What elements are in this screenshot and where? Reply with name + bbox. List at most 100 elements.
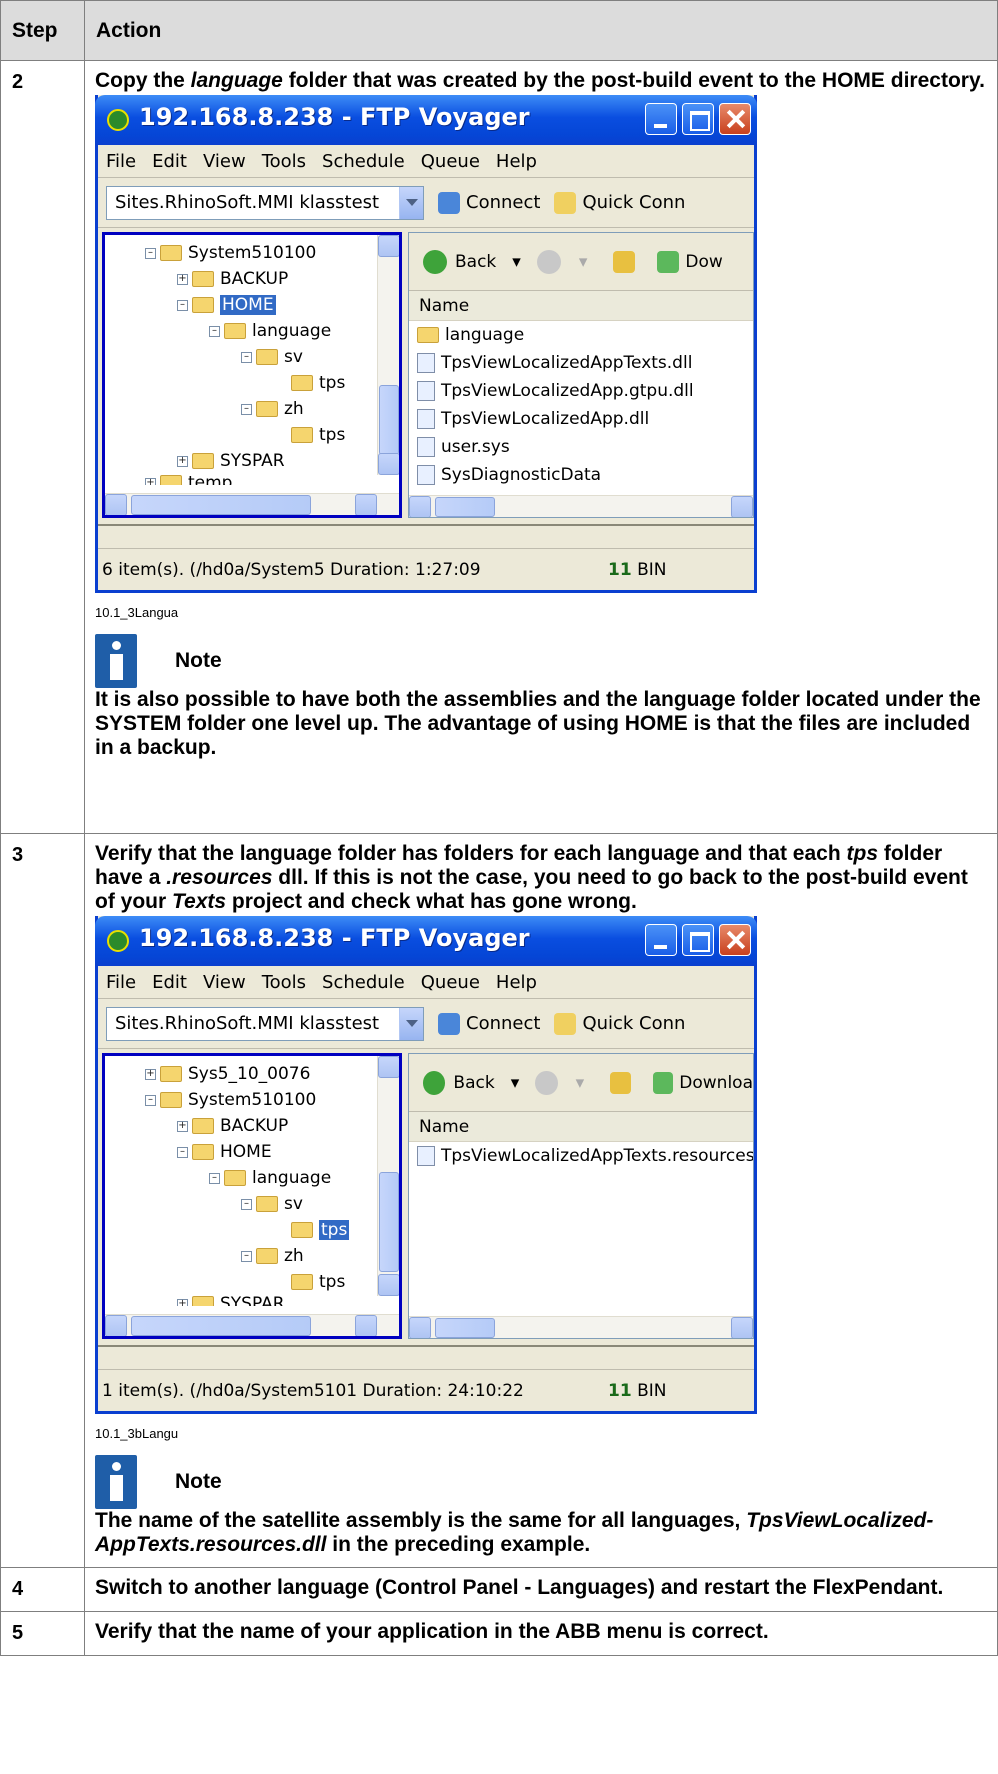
menu-help[interactable]: Help <box>496 972 537 993</box>
folder-tree[interactable]: + Sys5_10_0076 – System510100 + BACKUP – HOM… <box>102 1053 402 1339</box>
connect-button[interactable]: Connect <box>438 191 540 214</box>
quick-connect-button[interactable]: Quick Conn <box>554 191 685 214</box>
scroll-left-button[interactable] <box>409 496 431 517</box>
download-button[interactable]: Dow <box>685 252 722 272</box>
tree-item[interactable]: tps <box>291 1218 351 1242</box>
tree-vertical-scrollbar[interactable] <box>377 1056 399 1296</box>
scroll-thumb[interactable] <box>131 1316 311 1336</box>
scroll-up-button[interactable] <box>378 1056 399 1078</box>
chevron-down-icon[interactable]: ▾ <box>511 1073 520 1093</box>
scroll-right-button[interactable] <box>355 1315 377 1336</box>
splitter[interactable] <box>98 1345 754 1369</box>
tree-item[interactable]: + SYSPAR <box>177 449 285 473</box>
menu-file[interactable]: File <box>106 151 136 172</box>
up-folder-icon[interactable] <box>610 1071 631 1094</box>
scroll-down-button[interactable] <box>378 453 399 475</box>
chevron-down-icon[interactable] <box>399 1007 423 1040</box>
step-number: 3 <box>0 833 85 1568</box>
menu-queue[interactable]: Queue <box>421 972 480 993</box>
name-column-header[interactable]: Name <box>409 291 753 321</box>
menu-tools[interactable]: Tools <box>262 972 306 993</box>
tree-item[interactable]: – sv <box>241 345 303 369</box>
scroll-left-button[interactable] <box>105 494 127 515</box>
menu-help[interactable]: Help <box>496 151 537 172</box>
site-combo[interactable]: Sites.RhinoSoft.MMI klasstest <box>106 185 424 220</box>
scroll-thumb[interactable] <box>435 1318 495 1338</box>
close-button[interactable] <box>719 924 751 956</box>
transfer-mode[interactable]: 11 BIN <box>608 1381 666 1401</box>
menu-schedule[interactable]: Schedule <box>322 972 405 993</box>
scroll-right-button[interactable] <box>355 494 377 515</box>
tree-item[interactable]: tps <box>291 423 345 447</box>
scroll-thumb[interactable] <box>379 1172 399 1272</box>
back-button[interactable]: Back <box>455 252 496 272</box>
tree-item[interactable]: + BACKUP <box>177 267 288 291</box>
tree-item[interactable]: – sv <box>241 1192 303 1216</box>
connect-button[interactable]: Connect <box>438 1012 540 1035</box>
file-row[interactable]: SysDiagnosticData <box>409 461 753 489</box>
maximize-button[interactable] <box>682 924 714 956</box>
tree-item[interactable]: + temp <box>145 471 232 485</box>
chevron-down-icon[interactable] <box>399 186 423 219</box>
scroll-thumb[interactable] <box>131 495 311 515</box>
file-row[interactable]: TpsViewLocalizedApp.gtpu.dll <box>409 377 753 405</box>
tree-item[interactable]: – language <box>209 319 331 343</box>
tree-item[interactable]: – HOME <box>177 1140 272 1164</box>
up-folder-icon[interactable] <box>613 250 636 273</box>
file-row[interactable]: TpsViewLocalizedAppTexts.resources.dll <box>409 1142 753 1170</box>
tree-item[interactable]: – HOME <box>177 293 277 317</box>
scroll-right-button[interactable] <box>731 496 753 517</box>
scroll-left-button[interactable] <box>409 1317 431 1338</box>
scroll-right-button[interactable] <box>731 1317 753 1338</box>
menu-edit[interactable]: Edit <box>152 151 187 172</box>
minimize-button[interactable] <box>645 924 677 956</box>
menu-schedule[interactable]: Schedule <box>322 151 405 172</box>
tree-item[interactable]: – zh <box>241 397 304 421</box>
file-row[interactable]: language <box>409 321 753 349</box>
tree-horizontal-scrollbar[interactable] <box>105 493 399 515</box>
download-button[interactable]: Downloa <box>679 1073 753 1093</box>
tree-item[interactable]: – zh <box>241 1244 304 1268</box>
minimize-button[interactable] <box>645 103 677 135</box>
scroll-up-button[interactable] <box>378 235 399 257</box>
tree-item[interactable]: + SYSPAR <box>177 1292 285 1306</box>
scroll-left-button[interactable] <box>105 1315 127 1336</box>
tree-item[interactable]: tps <box>291 371 345 395</box>
folder-tree[interactable]: – System510100 + BACKUP – HOME – language – s… <box>102 232 402 518</box>
scroll-thumb[interactable] <box>379 385 399 455</box>
quick-connect-button[interactable]: Quick Conn <box>554 1012 685 1035</box>
maximize-button[interactable] <box>682 103 714 135</box>
tree-item[interactable]: tps <box>291 1270 345 1294</box>
site-combo[interactable]: Sites.RhinoSoft.MMI klasstest <box>106 1006 424 1041</box>
tree-item[interactable]: + Sys5_10_0076 <box>145 1062 310 1086</box>
splitter[interactable] <box>98 524 754 548</box>
file-row[interactable]: TpsViewLocalizedAppTexts.dll <box>409 349 753 377</box>
menu-view[interactable]: View <box>203 972 246 993</box>
close-button[interactable] <box>719 103 751 135</box>
tree-item[interactable]: – System510100 <box>145 241 316 265</box>
forward-arrow-icon[interactable] <box>535 1070 558 1095</box>
title-bar[interactable]: 192.168.8.238 - FTP Voyager <box>95 95 757 145</box>
scroll-thumb[interactable] <box>435 497 495 517</box>
tree-horizontal-scrollbar[interactable] <box>105 1314 399 1336</box>
file-horizontal-scrollbar[interactable] <box>409 495 753 517</box>
chevron-down-icon[interactable]: ▾ <box>512 252 521 272</box>
file-row[interactable]: user.sys <box>409 433 753 461</box>
name-column-header[interactable]: Name <box>409 1112 753 1142</box>
tree-vertical-scrollbar[interactable] <box>377 235 399 475</box>
title-bar[interactable]: 192.168.8.238 - FTP Voyager <box>95 916 757 966</box>
transfer-mode[interactable]: 11 BIN <box>608 560 666 580</box>
menu-queue[interactable]: Queue <box>421 151 480 172</box>
tree-item[interactable]: – System510100 <box>145 1088 316 1112</box>
tree-item[interactable]: + BACKUP <box>177 1114 288 1138</box>
file-horizontal-scrollbar[interactable] <box>409 1316 753 1338</box>
menu-tools[interactable]: Tools <box>262 151 306 172</box>
menu-view[interactable]: View <box>203 151 246 172</box>
scroll-down-button[interactable] <box>378 1274 399 1296</box>
menu-file[interactable]: File <box>106 972 136 993</box>
forward-arrow-icon[interactable] <box>536 249 561 274</box>
file-row[interactable]: TpsViewLocalizedApp.dll <box>409 405 753 433</box>
tree-item[interactable]: – language <box>209 1166 331 1190</box>
back-button[interactable]: Back <box>453 1073 494 1093</box>
menu-edit[interactable]: Edit <box>152 972 187 993</box>
